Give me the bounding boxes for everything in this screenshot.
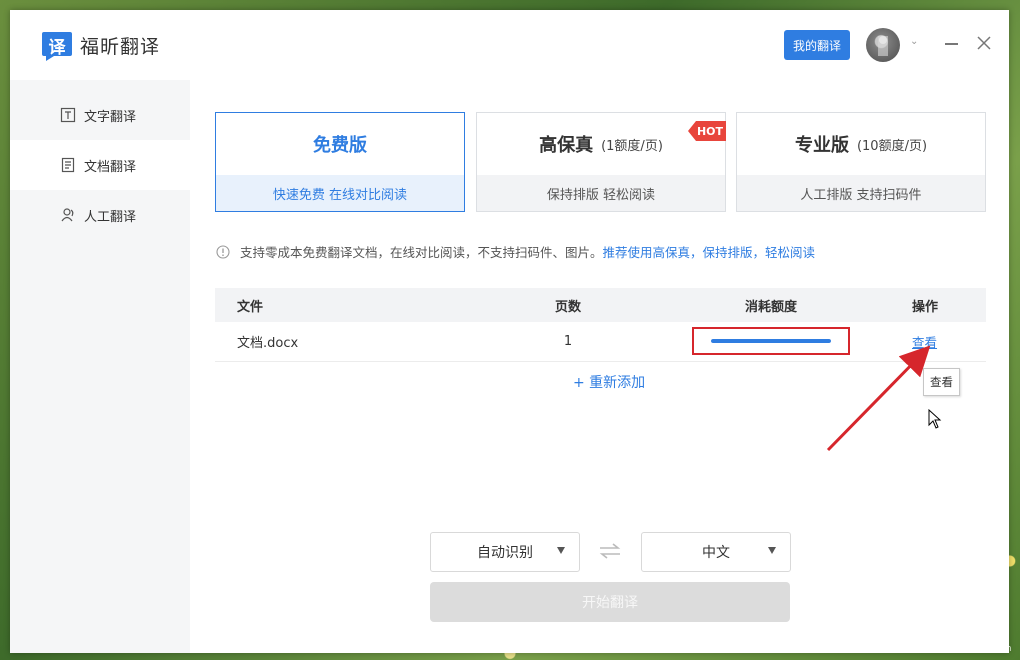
caret-down-icon [768,547,776,554]
chevron-down-icon[interactable]: ⌄ [910,36,918,47]
document-icon [60,157,76,173]
notice-text: 支持零成本免费翻译文档，在线对比阅读，不支持扫码件、图片。 [240,245,603,260]
notice: 支持零成本免费翻译文档，在线对比阅读，不支持扫码件、图片。 推荐使用高保真，保持… [216,242,815,261]
text-icon [60,107,76,123]
title-bar: 译 福昕翻译 我的翻译 ⌄ [10,10,1009,80]
app-logo-icon: 译 [40,30,74,62]
sidebar-item-label: 人工翻译 [84,209,137,225]
start-translation-button[interactable]: 开始翻译 [430,582,790,622]
target-language-value: 中文 [702,545,730,561]
sidebar-item-label: 文字翻译 [84,109,137,125]
plan-card-free[interactable]: 免费版 快速免费 在线对比阅读 [215,112,465,212]
header-cost: 消耗额度 [745,299,798,315]
plan-name: 高保真 [539,135,594,156]
table-header: 文件 页数 消耗额度 操作 [215,288,986,322]
plan-desc: 保持排版 轻松阅读 [477,175,725,211]
header-file: 文件 [237,299,264,315]
app-title: 福昕翻译 [80,36,161,58]
sidebar-item-human-translation[interactable]: 人工翻译 [10,190,190,240]
sidebar-item-label: 文档翻译 [84,159,137,175]
human-icon [60,207,76,223]
app-window: 译 福昕翻译 我的翻译 ⌄ 文字翻译 文档翻译 人工翻译 免费版 快速免费 在线… [10,10,1009,653]
plan-desc: 人工排版 支持扫码件 [737,175,985,211]
plan-name: 免费版 [313,135,367,156]
sidebar-item-text-translation[interactable]: 文字翻译 [10,90,190,140]
minimize-icon[interactable] [945,43,958,45]
plan-price: (10额度/页) [856,138,928,154]
my-translations-button[interactable]: 我的翻译 [784,30,850,60]
header-op: 操作 [912,299,939,315]
header-pages: 页数 [554,299,581,315]
info-icon [216,244,230,259]
source-language-value: 自动识别 [477,545,533,561]
annotation-arrow-icon [826,345,931,452]
sidebar: 文字翻译 文档翻译 人工翻译 [10,80,190,653]
hot-badge: HOT [688,121,726,141]
page-count: 1 [563,334,573,349]
plan-desc: 快速免费 在线对比阅读 [216,175,464,211]
watermark-url: www.xiazaiba.com [928,644,1012,654]
avatar[interactable] [866,28,900,62]
close-icon[interactable] [976,35,992,51]
sidebar-item-document-translation[interactable]: 文档翻译 [10,140,190,190]
plan-card-high-fidelity[interactable]: 高保真 (1额度/页) 保持排版 轻松阅读 HOT [476,112,726,212]
target-language-select[interactable]: 中文 [641,532,791,572]
plan-name: 专业版 [794,135,849,156]
swap-icon[interactable] [598,542,622,560]
plan-price: (1额度/页) [601,138,663,154]
plan-card-professional[interactable]: 专业版 (10额度/页) 人工排版 支持扫码件 [736,112,986,212]
file-name: 文档.docx [237,336,299,351]
main-panel: 免费版 快速免费 在线对比阅读 高保真 (1额度/页) 保持排版 轻松阅读 HO… [190,80,1009,653]
re-add-button[interactable]: + 重新添加 [573,372,645,392]
mouse-cursor-icon [928,409,942,429]
caret-down-icon [557,547,565,554]
notice-link[interactable]: 推荐使用高保真，保持排版，轻松阅读 [603,242,816,261]
source-language-select[interactable]: 自动识别 [430,532,580,572]
